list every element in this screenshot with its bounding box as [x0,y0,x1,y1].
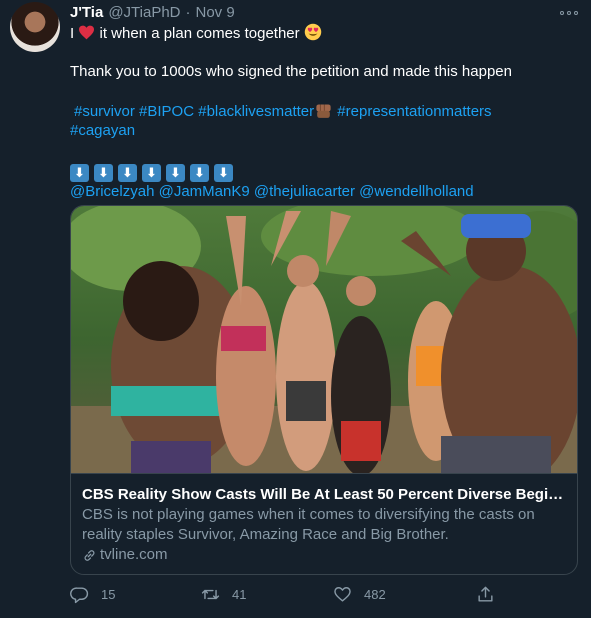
fist-emoji [316,104,331,118]
card-title[interactable]: CBS Reality Show Casts Will Be At Least … [82,485,568,505]
card-domain[interactable]: tvline.com [82,545,568,565]
hashtag-cagayan[interactable]: #cagayan [70,122,135,139]
tweet-line-1-end: it when a plan comes together [95,25,304,42]
mention-bricelzyah[interactable]: @Bricelzyah [70,183,154,200]
author-name[interactable]: J'Tia [70,4,103,21]
hashtag-survivor[interactable]: #survivor [74,103,135,120]
avatar[interactable] [10,2,60,52]
hashtag-line-2: #cagayan [70,121,580,141]
mention-thejuliacarter[interactable]: @thejuliacarter [254,183,355,200]
down-arrow-emoji: ⬇ [142,164,161,182]
tweet-text: I it when a plan comes together Thank yo… [70,23,580,202]
card-text[interactable]: CBS Reality Show Casts Will Be At Least … [71,473,577,574]
share-icon [478,586,493,602]
like-icon [334,586,351,602]
card-image[interactable] [71,206,578,473]
down-arrow-emoji: ⬇ [166,164,185,182]
hashtag-blacklivesmatter[interactable]: #blacklivesmatter [198,103,314,120]
mention-jammank9[interactable]: @JamManK9 [159,183,250,200]
link-card[interactable]: CBS Reality Show Casts Will Be At Least … [70,205,578,575]
arrow-row: ⬇ ⬇ ⬇ ⬇ ⬇ ⬇ ⬇ [70,160,580,182]
mention-wendellholland[interactable]: @wendellholland [359,183,473,200]
down-arrow-emoji: ⬇ [118,164,137,182]
link-icon [84,549,95,561]
header-separator: · [185,4,191,21]
heart-emoji [79,25,95,40]
hashtag-representationmatters[interactable]: #representationmatters [337,103,491,120]
reply-count: 15 [101,586,116,602]
more-icon[interactable] [560,6,580,20]
card-domain-text: tvline.com [100,546,168,563]
down-arrow-emoji: ⬇ [70,164,89,182]
tweet-line-1-start: I [70,25,79,42]
author-handle[interactable]: @JTiaPhD [108,4,180,21]
mentions-line: @Bricelzyah @JamManK9 @thejuliacarter @w… [70,182,580,202]
retweet-button[interactable]: 41 [201,584,246,604]
card-description-line-2: reality staples Survivor, Amazing Race a… [82,526,449,543]
hashtag-bipoc[interactable]: #BIPOC [139,103,194,120]
like-button[interactable]: 482 [333,584,386,604]
tweet-line-2: Thank you to 1000s who signed the petiti… [70,63,512,80]
tweet-date[interactable]: Nov 9 [196,4,235,21]
hashtag-line-1: #survivor #BIPOC #blacklivesmatter #repr… [70,101,580,121]
down-arrow-emoji: ⬇ [190,164,209,182]
card-description-line-1: CBS is not playing games when it comes t… [82,506,535,523]
like-count: 482 [364,586,386,602]
share-button[interactable] [476,584,495,604]
tweet: J'Tia @JTiaPhD · Nov 9 I it when a plan … [0,0,591,618]
reply-icon [70,586,89,603]
heart-eyes-emoji [304,23,322,41]
down-arrow-emoji: ⬇ [214,164,233,182]
retweet-count: 41 [232,586,247,602]
down-arrow-emoji: ⬇ [94,164,113,182]
tweet-header: J'Tia @JTiaPhD · Nov 9 [70,4,235,24]
tweet-line-1: I it when a plan comes together [70,23,580,43]
retweet-icon [201,589,220,599]
reply-button[interactable]: 15 [70,584,115,604]
